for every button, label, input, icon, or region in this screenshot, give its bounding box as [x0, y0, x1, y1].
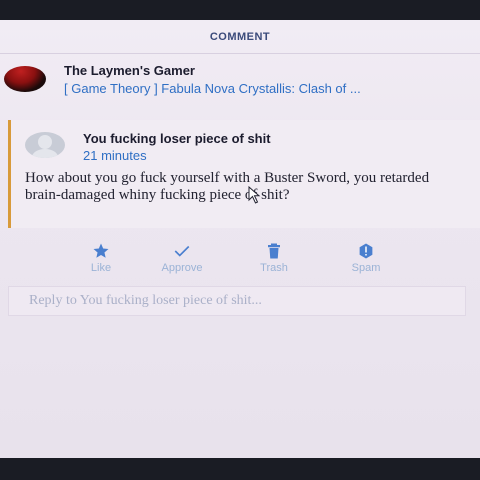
comment-body: How about you go fuck yourself with a Bu… — [25, 170, 430, 203]
trash-label: Trash — [260, 262, 288, 274]
comment-time: 21 minutes — [83, 148, 147, 163]
spam-icon — [359, 243, 373, 259]
mouse-cursor-icon — [248, 186, 261, 204]
spam-label: Spam — [351, 262, 381, 274]
trash-button[interactable]: Trash — [228, 242, 320, 286]
approve-label: Approve — [161, 262, 203, 274]
star-icon — [93, 243, 109, 258]
comment-screen: COMMENT The Laymen's Gamer [ Game Theory… — [0, 20, 480, 458]
comment-card: You fucking loser piece of shit 21 minut… — [8, 120, 480, 228]
blog-avatar — [4, 66, 46, 92]
page-title: COMMENT — [209, 30, 271, 43]
like-label: Like — [90, 262, 112, 274]
spam-button[interactable]: Spam — [320, 242, 412, 286]
approve-button[interactable]: Approve — [136, 242, 228, 286]
comment-actions: Like Approve Trash Spam — [0, 228, 480, 286]
checkmark-icon — [174, 245, 190, 257]
reply-input[interactable] — [29, 293, 465, 309]
trash-icon — [268, 243, 280, 259]
like-button[interactable]: Like — [66, 242, 136, 286]
comment-author: You fucking loser piece of shit — [83, 131, 271, 146]
blog-name[interactable]: The Laymen's Gamer — [64, 62, 480, 80]
post-info: The Laymen's Gamer [ Game Theory ] Fabul… — [0, 54, 480, 120]
header-bar: COMMENT — [0, 20, 480, 54]
post-link[interactable]: [ Game Theory ] Fabula Nova Crystallis: … — [64, 80, 472, 98]
reply-box — [8, 286, 466, 316]
commenter-avatar — [25, 132, 65, 158]
